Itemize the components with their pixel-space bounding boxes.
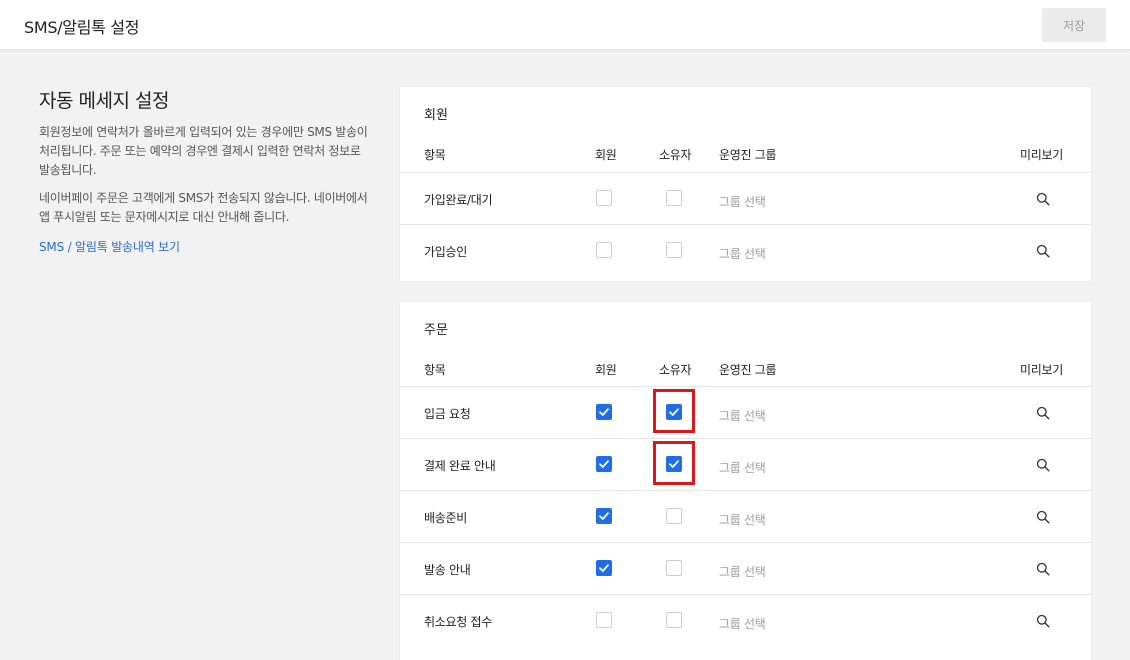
owner-checkbox[interactable] [666, 190, 682, 206]
member-checkbox[interactable] [596, 508, 612, 524]
owner-checkbox[interactable] [666, 456, 682, 472]
search-icon[interactable] [1036, 191, 1050, 206]
table-row: 가입완료/대기 그룹 선택 [400, 172, 1091, 224]
col-preview: 미리보기 [1020, 148, 1063, 162]
table-row: 배송준비 그룹 선택 [400, 490, 1091, 542]
group-select[interactable]: 그룹 선택 [719, 193, 766, 210]
col-preview: 미리보기 [1020, 363, 1063, 377]
card-title-member: 회원 [424, 108, 448, 123]
send-history-link[interactable]: SMS / 알림톡 발송내역 보기 [39, 238, 180, 255]
search-icon[interactable] [1036, 405, 1050, 420]
search-icon[interactable] [1036, 613, 1050, 628]
row-label: 배송준비 [424, 511, 467, 525]
row-label: 가입승인 [424, 245, 467, 259]
group-select[interactable]: 그룹 선택 [719, 459, 766, 476]
order-settings-card: 주문 항목 회원 소유자 운영진 그룹 미리보기 입금 요청 그룹 선택 결제 완료… [400, 302, 1091, 660]
row-label: 결제 완료 안내 [424, 459, 496, 473]
table-row: 입금 요청 그룹 선택 [400, 386, 1091, 438]
group-select[interactable]: 그룹 선택 [719, 615, 766, 632]
member-checkbox[interactable] [596, 456, 612, 472]
group-select[interactable]: 그룹 선택 [719, 511, 766, 528]
naverpay-notice: 네이버페이 주문은 고객에게 SMS가 전송되지 않습니다. 네이버에서 앱 푸… [39, 191, 368, 224]
group-select[interactable]: 그룹 선택 [719, 407, 766, 424]
save-button[interactable]: 저장 [1042, 8, 1106, 42]
table-header: 항목 회원 소유자 운영진 그룹 미리보기 [400, 360, 1091, 388]
col-owner: 소유자 [659, 148, 692, 162]
table-row: 가입승인 그룹 선택 [400, 224, 1091, 276]
group-select[interactable]: 그룹 선택 [719, 563, 766, 580]
table-header: 항목 회원 소유자 운영진 그룹 미리보기 [400, 145, 1091, 173]
intro-panel: 자동 메세지 설정 회원정보에 연락처가 올바르게 입력되어 있는 경우에만 S… [39, 86, 369, 255]
member-checkbox[interactable] [596, 242, 612, 258]
row-label: 가입완료/대기 [424, 193, 493, 207]
row-label: 발송 안내 [424, 563, 471, 577]
row-label: 입금 요청 [424, 407, 471, 421]
member-checkbox[interactable] [596, 190, 612, 206]
table-row: 결제 완료 안내 그룹 선택 [400, 438, 1091, 490]
col-group: 운영진 그룹 [719, 148, 777, 162]
member-checkbox[interactable] [596, 560, 612, 576]
search-icon[interactable] [1036, 561, 1050, 576]
col-item: 항목 [424, 363, 446, 377]
owner-checkbox[interactable] [666, 560, 682, 576]
col-member: 회원 [595, 363, 617, 377]
top-bar: SMS/알림톡 설정 저장 [0, 0, 1130, 50]
col-item: 항목 [424, 148, 446, 162]
member-checkbox[interactable] [596, 612, 612, 628]
owner-checkbox[interactable] [666, 612, 682, 628]
intro-description: 회원정보에 연락처가 올바르게 입력되어 있는 경우에만 SMS 발송이 처리됩… [39, 125, 368, 177]
row-label: 취소요청 접수 [424, 615, 492, 629]
col-group: 운영진 그룹 [719, 363, 777, 377]
owner-checkbox[interactable] [666, 508, 682, 524]
search-icon[interactable] [1036, 457, 1050, 472]
section-heading: 자동 메세지 설정 [39, 90, 169, 112]
member-checkbox[interactable] [596, 404, 612, 420]
search-icon[interactable] [1036, 509, 1050, 524]
owner-checkbox[interactable] [666, 242, 682, 258]
col-member: 회원 [595, 148, 617, 162]
search-icon[interactable] [1036, 243, 1050, 258]
col-owner: 소유자 [659, 363, 692, 377]
member-settings-card: 회원 항목 회원 소유자 운영진 그룹 미리보기 가입완료/대기 그룹 선택 가입승… [400, 87, 1091, 281]
table-row: 발송 안내 그룹 선택 [400, 542, 1091, 594]
owner-checkbox[interactable] [666, 404, 682, 420]
group-select[interactable]: 그룹 선택 [719, 245, 766, 262]
card-title-order: 주문 [424, 323, 448, 338]
table-row: 취소요청 접수 그룹 선택 [400, 594, 1091, 646]
page-title: SMS/알림톡 설정 [24, 18, 140, 37]
